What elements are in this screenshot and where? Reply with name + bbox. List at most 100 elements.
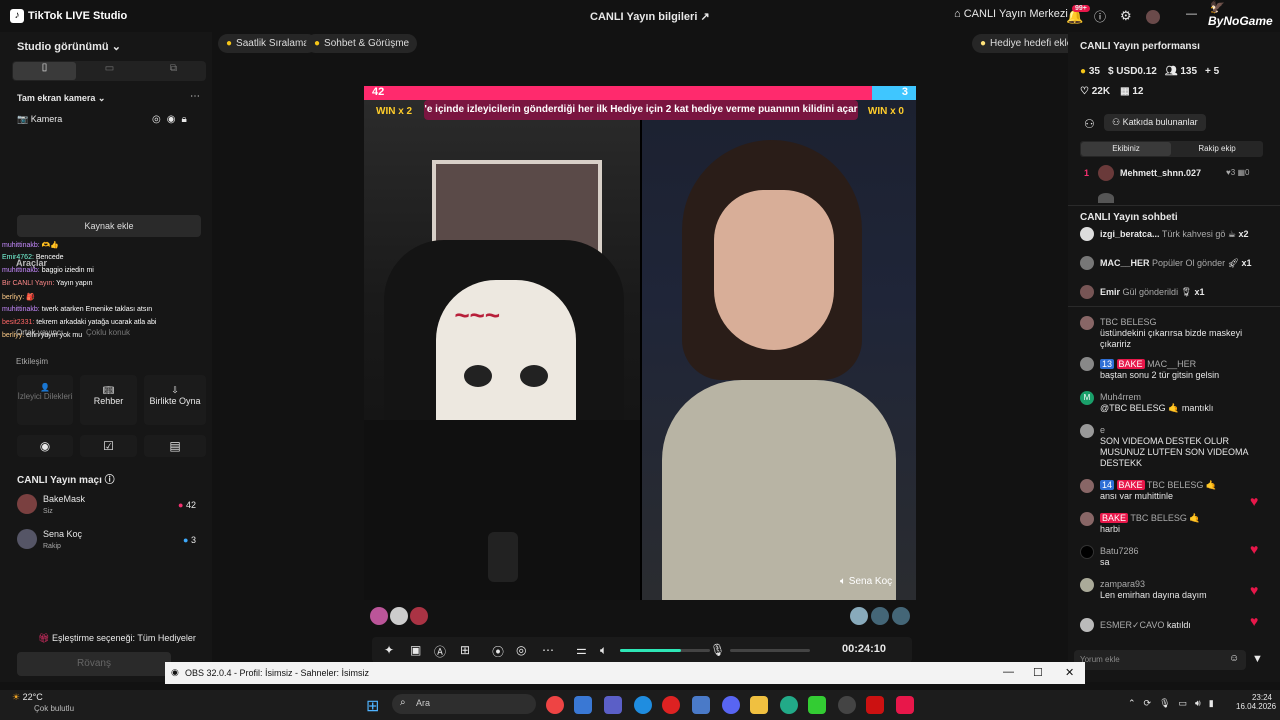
battery-icon[interactable]: ▮ — [1209, 698, 1222, 708]
minimize-icon[interactable]: — — [1003, 666, 1014, 678]
chevron-up-icon[interactable]: ⌃ — [1128, 698, 1144, 708]
gear-icon[interactable]: ⚙ — [1120, 8, 1132, 24]
live-info-button[interactable]: CANLI Yayın bilgileri ↗ — [590, 10, 710, 23]
lock-icon[interactable]: 🔒︎ — [181, 114, 192, 125]
browser-icon[interactable] — [780, 696, 798, 714]
co-host-button[interactable]: Ortak yayıncı — [16, 328, 63, 337]
edge-icon[interactable] — [634, 696, 652, 714]
scene-dropdown[interactable]: Tam ekran kamera ⌄ — [17, 93, 105, 104]
speaker-icon[interactable]: 🔊︎ — [1195, 698, 1209, 708]
monitor-icon[interactable]: ▭ — [1179, 698, 1196, 708]
app-icon[interactable] — [808, 696, 826, 714]
studio-view-dropdown[interactable]: Studio görünümü ⌄ — [17, 40, 121, 53]
live-center-button[interactable]: ⌂ CANLI Yayın Merkezi — [954, 8, 1068, 20]
left-camera-feed: ~~~ WIN x 2 — [364, 100, 640, 600]
overlay-text: Yayın yapın — [56, 280, 93, 287]
volume-icon[interactable]: 🔈︎ — [600, 643, 607, 658]
guide-label: Rehber — [93, 396, 124, 406]
record-icon[interactable]: ⦿ — [492, 643, 504, 660]
lightbulb-icon: ● — [980, 38, 987, 49]
maximize-icon[interactable]: ☐ — [1033, 666, 1043, 679]
landscape-icon[interactable]: ▭ — [78, 63, 141, 74]
guide-button[interactable]: 📖︎ Rehber — [80, 375, 137, 425]
ai-icon[interactable]: Ⓐ — [434, 643, 446, 660]
clock[interactable]: 23:24 16.04.2026 — [1236, 693, 1276, 711]
microphone-icon[interactable]: 🎙︎ — [710, 643, 725, 657]
chrome-icon[interactable] — [546, 696, 564, 714]
search-box[interactable]: ⌕ Ara — [392, 694, 536, 714]
checklist-icon[interactable]: ☑ — [80, 435, 137, 457]
portrait-icon[interactable]: ▯ — [13, 62, 76, 80]
ranking-user: Mehmett_shnn.027 — [1120, 168, 1202, 178]
chat-heading: CANLI Yayın sohbeti — [1080, 212, 1178, 223]
weather-widget[interactable]: ☀ 22°C — [12, 692, 43, 703]
tab-our-team[interactable]: Ekibiniz — [1081, 142, 1171, 156]
windows-start-icon[interactable]: ⊞ — [366, 696, 379, 716]
hourly-ranking-chip[interactable]: ● Saatlik Sıralama — [218, 34, 317, 53]
viewer-requests-button[interactable]: 👤 İzleyici Dilekleri — [17, 375, 73, 425]
contributors-button[interactable]: ⚇ Katkıda bulunanlar — [1104, 114, 1206, 131]
store-icon[interactable] — [574, 696, 592, 714]
magic-wand-icon[interactable]: ✦ — [384, 643, 394, 657]
youtube-icon[interactable] — [866, 696, 884, 714]
avatar[interactable] — [1146, 10, 1160, 24]
help-circle-icon[interactable]: ⓘ — [105, 475, 115, 486]
chat-text: SON VIDEOMA DESTEK OLUR MUSUNUZ LUTFEN S… — [1100, 436, 1249, 468]
chat-text: katıldı — [1166, 620, 1191, 630]
viewer-requests-icon: 👤 — [40, 383, 50, 392]
play-together-label: Birlikte Oyna — [149, 396, 201, 406]
teams-icon[interactable] — [604, 696, 622, 714]
capture-icon[interactable]: ◎ — [516, 643, 526, 657]
filter-icon[interactable]: ▼ — [1252, 653, 1263, 665]
screen-icon[interactable]: ▣ — [410, 643, 421, 657]
player1-score-value: 42 — [185, 500, 196, 510]
comment-input[interactable]: Yorum ekle ☺ — [1074, 650, 1246, 670]
mic-slider[interactable] — [730, 649, 810, 652]
stat-likes-value: 22K — [1091, 86, 1111, 97]
home-icon: ⌂ — [954, 8, 961, 20]
folder-icon[interactable] — [750, 696, 768, 714]
source-camera-row[interactable]: 📷 Kamera — [17, 114, 62, 125]
help-icon[interactable]: ⓘ — [1094, 8, 1106, 25]
sliders-icon[interactable]: ⚌ — [576, 643, 587, 657]
multi-guest-button[interactable]: Çoklu konuk — [86, 328, 130, 337]
sync-icon[interactable]: ⟳ — [1144, 698, 1160, 708]
emoji-icon[interactable]: ☺ — [1229, 653, 1239, 664]
dual-icon[interactable]: ⧉ — [142, 63, 205, 74]
obs-icon[interactable] — [838, 696, 856, 714]
chat-text: sa — [1100, 557, 1110, 567]
tab-rival-team[interactable]: Rakip ekip — [1172, 142, 1262, 156]
more-options-icon[interactable]: ⋯ — [190, 91, 200, 102]
play-together-button[interactable]: ⇩ Birlikte Oyna — [144, 375, 206, 425]
minimize-icon[interactable]: — — [1186, 8, 1197, 20]
more-icon[interactable]: ⋯ — [542, 643, 554, 657]
volume-slider[interactable] — [620, 649, 710, 652]
ring-icon[interactable]: ◉ — [17, 435, 73, 457]
overlay-user: muhittinakb: — [2, 242, 42, 249]
add-box-icon[interactable]: ⊞ — [460, 643, 470, 657]
tiktok-icon[interactable] — [896, 696, 914, 714]
overlay-line-5: berliyy: 🎒 — [2, 293, 35, 301]
stream-timer: 00:24:10 — [842, 643, 887, 655]
discord-icon[interactable] — [722, 696, 740, 714]
obs-window-bar[interactable]: ◉ OBS 32.0.4 - Profil: İsimsiz - Sahnele… — [165, 662, 1085, 684]
person-add-icon[interactable]: ⚇ — [1084, 117, 1095, 131]
chat-meet-chip[interactable]: ● Sohbet & Görüşme — [306, 34, 418, 53]
mail-icon[interactable] — [692, 696, 710, 714]
system-tray[interactable]: ⌃⟳🎙︎▭🔊︎▮ — [1128, 698, 1222, 709]
match-option-label: 🎁︎ Eşleştirme seçeneği: Tüm Hediyeler — [38, 633, 196, 644]
gift-goal-chip[interactable]: ● Hediye hedefi ekle — [972, 34, 1081, 53]
avatar — [1080, 512, 1094, 526]
opera-icon[interactable] — [662, 696, 680, 714]
close-icon[interactable]: ✕ — [1065, 666, 1074, 679]
box-icon[interactable]: ▤ — [144, 435, 206, 457]
rematch-button[interactable]: Rövanş — [17, 652, 171, 676]
mic-icon[interactable]: 🎙︎ — [1159, 698, 1178, 708]
add-source-button[interactable]: Kaynak ekle — [17, 215, 201, 237]
battle-score-bar: 42 3 — [364, 86, 916, 100]
target-icon[interactable]: ◎ — [152, 114, 167, 125]
gift-icon: 🎁︎ — [38, 633, 50, 643]
diamond-icon: ● — [183, 535, 189, 545]
stats-row-2: ♡ 22K ▦ 12 — [1080, 86, 1143, 97]
eye-icon[interactable]: ◉ — [167, 114, 182, 125]
